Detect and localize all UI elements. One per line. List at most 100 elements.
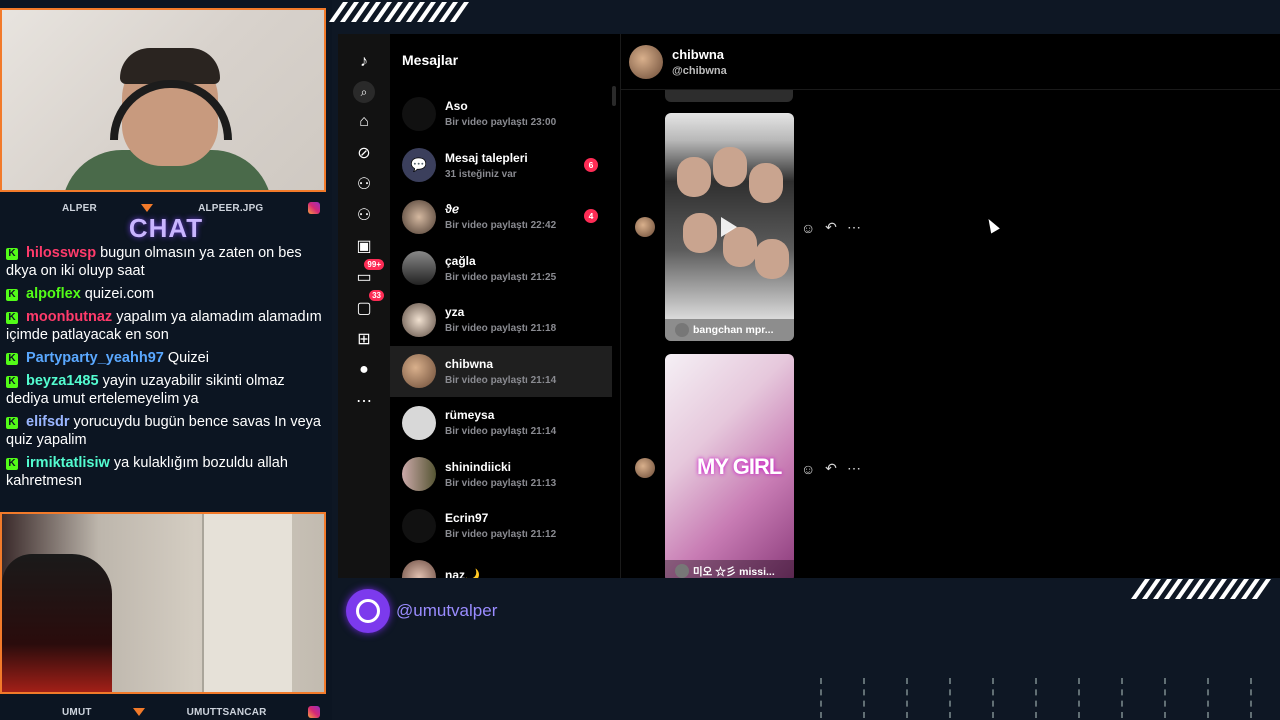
sender-avatar [635, 458, 655, 478]
chat-username[interactable]: alpoflex [26, 286, 81, 302]
chat-text: Quizei [167, 350, 209, 366]
decor-tick [1078, 678, 1080, 718]
home-icon[interactable]: ⌂ [352, 110, 376, 134]
thread-header: chibwna @chibwna [621, 34, 1280, 90]
door [202, 514, 292, 692]
message-thread: chibwna @chibwna bangchan mpr... ☺ ↶ ⋯ M… [620, 34, 1280, 578]
conversation-avatar: 💬 [402, 148, 436, 183]
conversation-avatar [402, 508, 436, 543]
conversation-item[interactable]: ϑℯ Bir video paylaştı 22:42 4 [390, 191, 612, 243]
thread-avatar[interactable] [629, 44, 663, 79]
more-icon[interactable]: ⋯ [352, 389, 376, 413]
chat-username[interactable]: beyza1485 [26, 373, 99, 389]
kick-icon: K [6, 312, 18, 324]
conversation-avatar [402, 251, 436, 286]
tiktok-window: ♪ ⌕ ⌂ ⊘ ⚇ ⚇ ▣ ▭ 99+ ▢ 33 ⊞ ● ⋯ Mesajlar As… [338, 34, 1280, 578]
conversation-item[interactable]: shinindiicki Bir video paylaştı 21:13 [390, 449, 612, 501]
chat-message: Khilosswsp bugun olmasın ya zaten on bes … [6, 244, 324, 280]
decor-tick [863, 678, 865, 718]
conversation-item[interactable]: yza Bir video paylaştı 21:18 [390, 294, 612, 346]
conversation-name: Ecrin97 [445, 511, 489, 526]
conversation-preview: 31 isteğiniz var [445, 168, 517, 180]
conversation-preview: Bir video paylaştı 21:18 [445, 323, 557, 335]
chat-username[interactable]: moonbutnaz [26, 309, 112, 325]
profile-avatar[interactable]: ● [352, 358, 376, 382]
previous-video-card[interactable] [665, 90, 793, 102]
decor-tick [1035, 678, 1037, 718]
stream-overlay-left: ALPER ALPEER.JPG CHAT Khilosswsp bugun ol… [0, 0, 332, 720]
decor-stripes-top [328, 2, 470, 22]
chat-message: Kbeyza1485 yayin uzayabilir sikinti olmaz… [6, 372, 324, 408]
conversation-item[interactable]: Ecrin97 Bir video paylaştı 21:12 [390, 500, 612, 552]
conversation-avatar [402, 457, 436, 492]
decor-stripes-bottom [1130, 579, 1272, 599]
conversation-avatar [402, 199, 436, 234]
kick-icon: K [6, 248, 18, 260]
chat-text: quizei.com [84, 286, 155, 302]
streamer-hair [120, 48, 220, 84]
friends-icon[interactable]: ⚇ [352, 203, 376, 227]
message-actions: ☺ ↶ ⋯ [801, 460, 861, 477]
kick-icon: K [6, 289, 18, 301]
thread-handle: @chibwna [672, 64, 727, 77]
conversation-preview: Bir video paylaştı 21:13 [445, 477, 557, 489]
tiktok-logo-icon[interactable]: ♪ [352, 50, 376, 74]
webcam-bottom-label: UMUT UMUTTSANCAR [0, 704, 332, 720]
explore-icon[interactable]: ⊘ [352, 141, 376, 165]
more-options-icon[interactable]: ⋯ [847, 219, 861, 236]
chat-username[interactable]: hilosswsp [26, 245, 96, 261]
decor-tick [949, 678, 951, 718]
activity-icon[interactable]: ▭ 99+ [352, 259, 384, 289]
video-caption: bangchan mpr... [665, 319, 794, 341]
conversation-avatar [402, 354, 436, 389]
conversation-preview: Bir video paylaştı 21:14 [445, 426, 557, 438]
video-caption-text: bangchan mpr... [693, 324, 774, 336]
conversation-preview: Bir video paylaştı 22:42 [445, 220, 557, 232]
conversation-item[interactable]: chibwna Bir video paylaştı 21:14 [390, 345, 612, 397]
reply-icon[interactable]: ↶ [824, 460, 838, 477]
messages-icon[interactable]: ▢ 33 [352, 290, 384, 320]
search-icon[interactable]: ⌕ [353, 81, 375, 103]
instagram-icon [307, 706, 320, 718]
conversation-item[interactable]: 💬 Mesaj talepleri 31 isteğiniz var 6 [390, 140, 612, 192]
social-handle: @umutvalper [346, 589, 497, 633]
messages-badge: 33 [369, 290, 384, 301]
messages-title: Mesajlar [402, 52, 459, 68]
kick-icon: K [6, 417, 18, 429]
following-icon[interactable]: ⚇ [352, 172, 376, 196]
conversation-item[interactable]: çağla Bir video paylaştı 21:25 [390, 243, 612, 295]
video-caption-text: 미오 ☆彡 missi... [693, 565, 775, 578]
chat-message: Kirmiktatlisiw ya kulaklığım bozuldu alla… [6, 454, 324, 490]
handle-text: @umutvalper [396, 601, 498, 620]
conversation-preview: Bir video paylaştı 21:25 [445, 271, 557, 283]
chat-username[interactable]: elifsdr [26, 414, 70, 430]
chat-username[interactable]: irmiktatlisiw [26, 455, 110, 471]
conversation-name: Mesaj talepleri [445, 150, 528, 165]
chat-list: Khilosswsp bugun olmasın ya zaten on bes … [6, 244, 324, 495]
conversation-item[interactable]: naz🌙 [390, 552, 612, 578]
live-icon[interactable]: ▣ [352, 234, 376, 258]
caption-avatar [675, 323, 689, 337]
decor-tick [1207, 678, 1209, 718]
chat-title: CHAT [128, 213, 204, 243]
thread-name[interactable]: chibwna [672, 47, 727, 62]
gaming-chair [2, 554, 112, 692]
conversation-item[interactable]: Aso Bir video paylaştı 23:00 [390, 88, 612, 140]
shared-video-card[interactable]: MY GIRL 미오 ☆彡 missi... [665, 354, 794, 578]
conversation-name: Aso [445, 99, 468, 114]
chat-username[interactable]: Partyparty_yeahh97 [26, 350, 164, 366]
triangle-icon [141, 204, 154, 212]
conversation-item[interactable]: rümeysa Bir video paylaştı 21:14 [390, 397, 612, 449]
react-icon[interactable]: ☺ [801, 461, 815, 477]
shared-video-card[interactable]: bangchan mpr... [665, 113, 794, 341]
decor-tick [1250, 678, 1252, 718]
message-actions: ☺ ↶ ⋯ [801, 219, 861, 236]
upload-icon[interactable]: ⊞ [352, 327, 376, 351]
conversation-avatar [402, 560, 436, 578]
chat-message: K Partyparty_yeahh97 Quizei [6, 349, 324, 367]
more-options-icon[interactable]: ⋯ [847, 460, 861, 477]
react-icon[interactable]: ☺ [801, 220, 815, 236]
triangle-icon [133, 708, 146, 716]
reply-icon[interactable]: ↶ [824, 219, 838, 236]
conversation-scrollbar[interactable] [612, 86, 616, 106]
